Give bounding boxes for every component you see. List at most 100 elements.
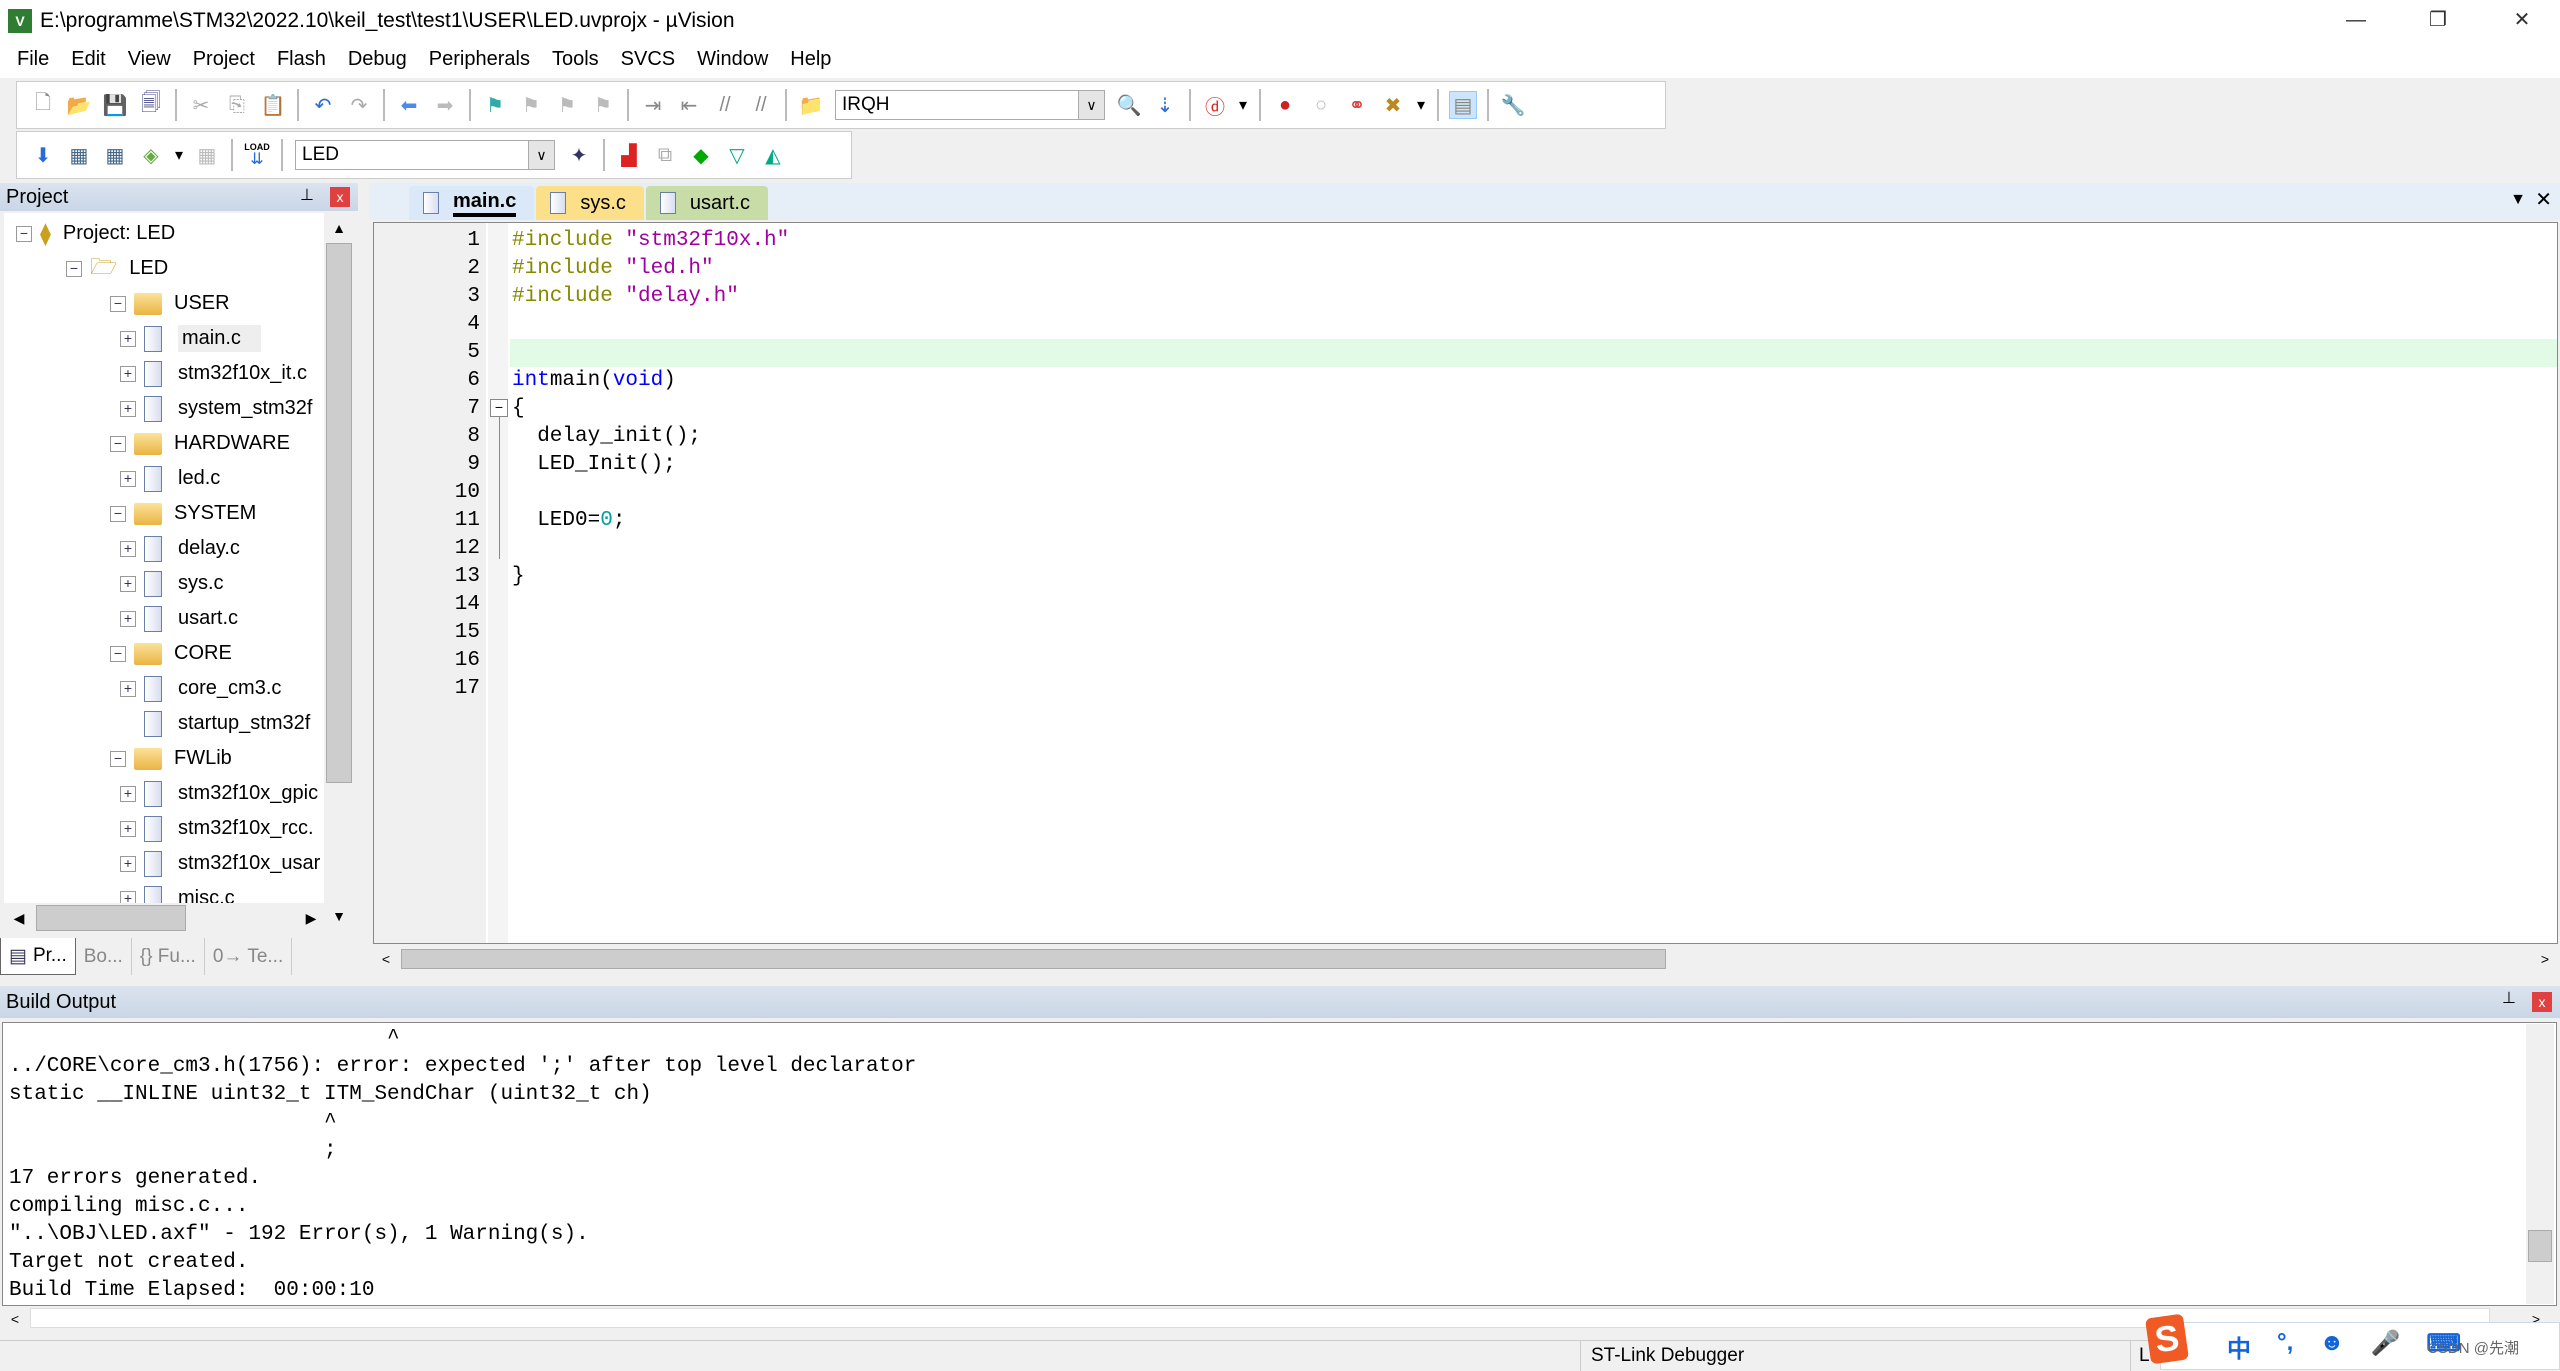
expand-icon[interactable]: +: [120, 365, 136, 382]
dropdown-icon[interactable]: ▾: [1415, 91, 1427, 119]
scroll-left-icon[interactable]: <: [373, 946, 399, 972]
save-all-icon[interactable]: 🗐: [137, 91, 165, 119]
tree-item[interactable]: + led.c: [120, 461, 220, 496]
dropdown-icon[interactable]: ▾: [1237, 91, 1249, 119]
tree-item[interactable]: + core_cm3.c: [120, 671, 281, 706]
minimize-button[interactable]: —: [2318, 0, 2394, 41]
tab-main-c[interactable]: main.c: [409, 186, 535, 220]
stop-build-icon[interactable]: ▦: [193, 141, 221, 169]
tree-item[interactable]: + misc.c: [120, 881, 235, 903]
new-file-icon[interactable]: 🗋: [29, 91, 57, 119]
next-bookmark-icon[interactable]: ⚑: [553, 91, 581, 119]
fold-collapse-icon[interactable]: −: [490, 399, 508, 417]
chevron-down-icon[interactable]: ∨: [528, 141, 554, 169]
menu-project[interactable]: Project: [182, 48, 266, 71]
build-icon[interactable]: ▦: [65, 141, 93, 169]
prev-bookmark-icon[interactable]: ⚑: [517, 91, 545, 119]
breakpoint-icon[interactable]: ●: [1271, 91, 1299, 119]
undo-icon[interactable]: ↶: [309, 91, 337, 119]
kill-breakpoints-icon[interactable]: ✖: [1379, 91, 1407, 119]
scroll-right-icon[interactable]: ▶: [298, 905, 324, 931]
close-tab-icon[interactable]: ✕: [2535, 187, 2552, 212]
tree-item[interactable]: − HARDWARE: [110, 426, 290, 461]
configure-icon[interactable]: 🔧: [1499, 91, 1527, 119]
debug-session-icon[interactable]: ⓓ: [1201, 91, 1229, 119]
tree-item[interactable]: + stm32f10x_gpic: [120, 776, 318, 811]
copy-components-icon[interactable]: ⧉: [651, 141, 679, 169]
scroll-up-icon[interactable]: ▲: [326, 215, 352, 241]
collapse-icon[interactable]: −: [110, 435, 126, 452]
expand-icon[interactable]: +: [120, 855, 136, 872]
window-layout-icon[interactable]: ▤: [1449, 91, 1477, 119]
dropdown-icon[interactable]: ▾: [173, 141, 185, 169]
tab-usart-c[interactable]: usart.c: [645, 186, 768, 220]
tree-item[interactable]: + delay.c: [120, 531, 240, 566]
scroll-left-icon[interactable]: ◀: [6, 905, 32, 931]
collapse-icon[interactable]: −: [110, 295, 126, 312]
tree-item[interactable]: + stm32f10x_it.c: [120, 356, 307, 391]
close-button[interactable]: ✕: [2484, 0, 2560, 41]
rebuild-icon[interactable]: ▦: [101, 141, 129, 169]
load-button[interactable]: LOAD ⇊: [243, 141, 271, 169]
run-time-env-icon[interactable]: ◆: [687, 141, 715, 169]
menu-view[interactable]: View: [117, 48, 182, 71]
tree-item[interactable]: − FWLib: [110, 741, 232, 776]
collapse-icon[interactable]: −: [110, 505, 126, 522]
menu-debug[interactable]: Debug: [337, 48, 418, 71]
build-output-close-button[interactable]: x: [2532, 992, 2552, 1012]
open-file-icon[interactable]: 📂: [65, 91, 93, 119]
cut-icon[interactable]: ✂: [187, 91, 215, 119]
build-vertical-scrollbar[interactable]: [2526, 1024, 2554, 1304]
panel-tab-project[interactable]: ▤ Pr...: [0, 938, 76, 975]
batch-build-icon[interactable]: ◈: [137, 141, 165, 169]
clear-bookmarks-icon[interactable]: ⚑: [589, 91, 617, 119]
tree-item[interactable]: + system_stm32f: [120, 391, 312, 426]
tree-horizontal-scrollbar[interactable]: ◀ ▶: [4, 903, 324, 933]
find-in-files-icon[interactable]: 📁: [797, 91, 825, 119]
chevron-down-icon[interactable]: ∨: [1078, 91, 1104, 119]
ime-chinese-icon[interactable]: 中: [2227, 1329, 2251, 1364]
scroll-right-icon[interactable]: >: [2532, 946, 2558, 972]
scroll-left-icon[interactable]: <: [2, 1306, 28, 1332]
collapse-icon[interactable]: −: [110, 750, 126, 767]
menu-help[interactable]: Help: [779, 48, 842, 71]
collapse-icon[interactable]: −: [66, 260, 82, 277]
unindent-icon[interactable]: ⇤: [675, 91, 703, 119]
maximize-button[interactable]: ❐: [2400, 0, 2476, 41]
translate-icon[interactable]: ⬇: [29, 141, 57, 169]
back-icon[interactable]: ⬅: [395, 91, 423, 119]
code-area[interactable]: 1 2 3 4 5 6 7 8 9 10 11 12 13 14 15 16 17 #include "stm3…: [373, 222, 2558, 944]
indent-icon[interactable]: ⇥: [639, 91, 667, 119]
tree-item[interactable]: − 🗁 LED: [66, 251, 168, 286]
redo-icon[interactable]: ↷: [345, 91, 373, 119]
pin-icon[interactable]: ⊥: [300, 185, 314, 205]
tree-item[interactable]: − ⧫ Project: LED: [16, 216, 175, 251]
disable-all-breakpoints-icon[interactable]: ⚭: [1343, 91, 1371, 119]
ime-emoji-icon[interactable]: ☻: [2319, 1329, 2344, 1364]
tree-item[interactable]: + stm32f10x_usar: [120, 846, 320, 881]
menu-edit[interactable]: Edit: [60, 48, 116, 71]
uncomment-icon[interactable]: //: [747, 91, 775, 119]
incremental-find-icon[interactable]: ⇣: [1151, 91, 1179, 119]
select-pack-icon[interactable]: ▽: [723, 141, 751, 169]
tab-sys-c[interactable]: sys.c: [536, 186, 644, 220]
expand-icon[interactable]: +: [120, 820, 136, 837]
collapse-icon[interactable]: −: [110, 645, 126, 662]
scroll-down-icon[interactable]: ▼: [326, 903, 352, 929]
expand-icon[interactable]: +: [120, 330, 136, 347]
expand-icon[interactable]: +: [120, 540, 136, 557]
tree-item[interactable]: + main.c: [120, 321, 261, 356]
manage-components-icon[interactable]: ▟: [615, 141, 643, 169]
tree-item[interactable]: + sys.c: [120, 566, 224, 601]
tree-item[interactable]: + stm32f10x_rcc.: [120, 811, 314, 846]
tree-item[interactable]: startup_stm32f: [120, 706, 310, 741]
tree-vertical-scrollbar[interactable]: ▲ ▼: [324, 213, 354, 929]
tab-list-dropdown-icon[interactable]: ▼: [2510, 191, 2526, 209]
copy-icon[interactable]: ⎘: [223, 91, 251, 119]
pack-installer-icon[interactable]: ◭: [759, 141, 787, 169]
menu-svcs[interactable]: SVCS: [610, 48, 686, 71]
pin-icon[interactable]: ⊥: [2502, 988, 2516, 1008]
ime-voice-icon[interactable]: 🎤: [2371, 1329, 2401, 1364]
find-icon[interactable]: 🔍: [1115, 91, 1143, 119]
tree-item[interactable]: + usart.c: [120, 601, 238, 636]
